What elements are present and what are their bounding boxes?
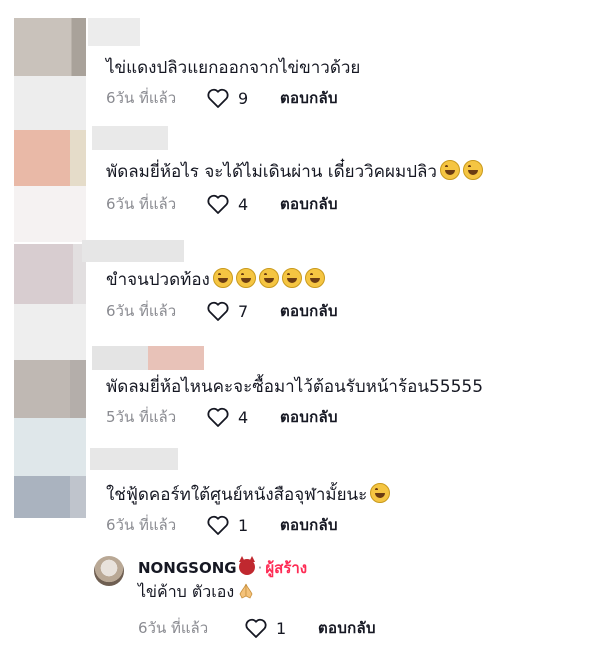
reply-button[interactable]: ตอบกลับ: [280, 299, 338, 323]
laughing-emoji-icon: [258, 268, 279, 288]
blurred-avatar-7: [14, 360, 86, 418]
comment-time: 6วัน ที่แล้ว: [106, 516, 177, 534]
comment-text: พัดลมยี่ห้อไหนคะจะซื้อมาไว้ต้อนรับหน้าร้…: [106, 377, 484, 397]
comment-text: ใช่ฟู้ดคอร์ทใต้ศูนย์หนังสือจุฬามั้ยนะ: [106, 481, 391, 508]
reply-button[interactable]: ตอบกลับ: [280, 86, 338, 110]
reply-button[interactable]: ตอบกลับ: [318, 616, 376, 640]
blurred-avatar-9: [14, 476, 86, 518]
like-count: 9: [238, 88, 249, 108]
laughing-emoji-icon: [370, 483, 391, 503]
blurred-avatar-3: [14, 130, 86, 186]
like-icon[interactable]: [206, 87, 230, 109]
like-count: 7: [238, 301, 249, 321]
separator-dot: ·: [257, 559, 263, 577]
blurred-username-3: [82, 240, 184, 262]
like-count: 1: [276, 618, 287, 638]
like-icon[interactable]: [206, 193, 230, 215]
reply-button[interactable]: ตอบกลับ: [280, 405, 338, 429]
blurred-username-2: [92, 126, 168, 150]
blurred-avatar-4: [14, 186, 86, 242]
comment-time: 6วัน ที่แล้ว: [138, 619, 209, 637]
like-count: 4: [238, 194, 249, 214]
comment-meta: 5วัน ที่แล้ว 4 ตอบกลับ: [106, 405, 338, 429]
praying-hands-icon: [239, 583, 253, 599]
laughing-emoji-icon: [235, 268, 256, 288]
blurred-avatar-5: [14, 244, 86, 304]
reply-button[interactable]: ตอบกลับ: [280, 513, 338, 537]
comment-meta: 6วัน ที่แล้ว 7 ตอบกลับ: [106, 299, 338, 323]
author-name-row: NONGSONG · ผู้สร้าง: [138, 556, 307, 580]
blurred-username-1: [88, 18, 140, 46]
blurred-username-4b: [148, 346, 204, 370]
comment-text: พัดลมยี่ห้อไร จะได้ไม่เดินผ่าน เดี๋ยววิค…: [106, 158, 483, 185]
like-icon[interactable]: [206, 514, 230, 536]
like-count: 1: [238, 515, 249, 535]
laughing-emoji-icon: [304, 268, 325, 288]
blurred-avatar-8: [14, 418, 86, 476]
blurred-username-5: [90, 448, 178, 470]
creator-badge: ผู้สร้าง: [265, 559, 308, 577]
comment-meta: 6วัน ที่แล้ว 9 ตอบกลับ: [106, 86, 338, 110]
devil-emoji-icon: [238, 556, 255, 575]
comment-meta: 6วัน ที่แล้ว 1 ตอบกลับ: [106, 513, 338, 537]
laughing-emoji-icon: [439, 160, 460, 180]
comment-text: ไข่แดงปลิวแยกออกจากไข่ขาวด้วย: [106, 58, 361, 78]
comment-time: 6วัน ที่แล้ว: [106, 89, 177, 107]
like-icon[interactable]: [206, 406, 230, 428]
like-icon[interactable]: [244, 617, 268, 639]
blurred-username-4: [92, 346, 148, 370]
laughing-emoji-icon: [462, 160, 483, 180]
blurred-avatar-2: [14, 76, 86, 130]
comment-time: 6วัน ที่แล้ว: [106, 195, 177, 213]
comment-text: ขำจนปวดท้อง: [106, 266, 325, 293]
like-icon[interactable]: [206, 300, 230, 322]
blurred-avatar-1: [14, 18, 86, 76]
laughing-emoji-icon: [212, 268, 233, 288]
reply-button[interactable]: ตอบกลับ: [280, 192, 338, 216]
blurred-avatar-6: [14, 304, 86, 360]
comment-meta: 6วัน ที่แล้ว 1 ตอบกลับ: [138, 616, 376, 640]
author-avatar[interactable]: [94, 556, 124, 586]
comment-meta: 6วัน ที่แล้ว 4 ตอบกลับ: [106, 192, 338, 216]
author-username[interactable]: NONGSONG: [138, 559, 237, 577]
laughing-emoji-icon: [281, 268, 302, 288]
comment-time: 5วัน ที่แล้ว: [106, 408, 177, 426]
comment-time: 6วัน ที่แล้ว: [106, 302, 177, 320]
like-count: 4: [238, 407, 249, 427]
comment-text: ไข่ค้าบ ตัวเอง: [138, 580, 255, 605]
